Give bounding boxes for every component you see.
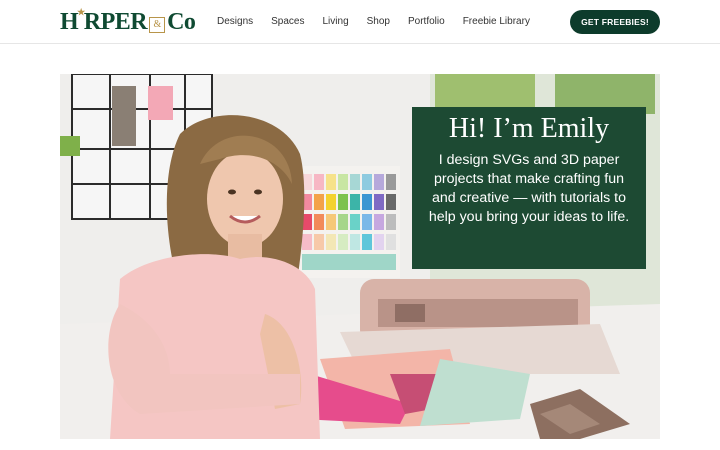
logo-star-icon: ★ [77, 6, 85, 17]
site-logo[interactable]: H ★ RPER & Co [60, 6, 196, 37]
nav-freebie-library[interactable]: Freebie Library [463, 14, 530, 30]
logo-letter-h: H [60, 9, 79, 35]
logo-co: Co [167, 9, 196, 35]
logo-ampersand: & [149, 17, 166, 33]
site-header: H ★ RPER & Co Designs Spaces Living Shop… [0, 0, 720, 44]
nav-designs[interactable]: Designs [217, 14, 253, 30]
nav-living[interactable]: Living [323, 14, 349, 30]
logo-text: RPER [83, 9, 148, 35]
get-freebies-button[interactable]: GET FREEBIES! [570, 10, 660, 34]
nav-portfolio[interactable]: Portfolio [408, 14, 445, 30]
nav-spaces[interactable]: Spaces [271, 14, 304, 30]
intro-body: I design SVGs and 3D paper projects that… [428, 152, 630, 225]
intro-box: Hi! I’m Emily I design SVGs and 3D paper… [412, 107, 646, 269]
nav-shop[interactable]: Shop [367, 14, 390, 30]
main-nav: Designs Spaces Living Shop Portfolio Fre… [217, 14, 548, 30]
intro-heading: Hi! I’m Emily [448, 113, 610, 144]
